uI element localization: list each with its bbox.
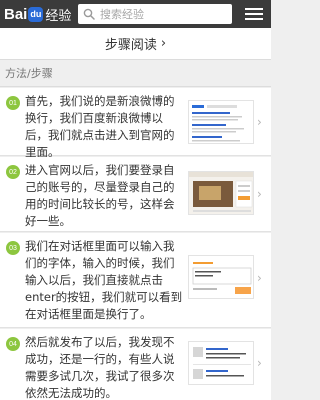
baidu-jingyan-logo[interactable]: Bai du 经验 [4,4,71,24]
search-icon[interactable] [78,4,100,24]
step-reading-label: 步骤阅读 [104,38,157,53]
chevron-right-icon: › [257,356,262,370]
step-number-badge: 02 [6,165,20,179]
step-item[interactable]: 04 然后就发布了以后，我发现不成功，还是一行的，有些人说需要多试几次，我试了很… [0,329,271,400]
logo-bai-text: Bai [4,5,28,23]
search-input[interactable] [100,7,225,21]
baidu-paw-icon: du [28,6,44,22]
step-item[interactable]: 02 进入官网以后，我们要登录自己的账号的，尽量登录自己的用的时间比较长的号，这… [0,157,271,232]
chevron-right-icon: › [257,271,262,285]
step-number-badge: 03 [6,241,20,255]
step-number-badge: 01 [6,96,20,110]
step-thumbnail-image[interactable] [188,341,254,385]
step-thumbnail-image[interactable] [188,171,254,215]
chevron-right-icon: › [257,115,262,129]
step-item[interactable]: 01 首先，我们说的是新浪微博的换行，我们百度新浪微博以后，我们就点击进入到官网… [0,88,271,159]
step-text: 我们在对话框里面可以输入我们的字体，输入的时候，我们输入以后，我们直接就点击en… [25,239,183,321]
search-box[interactable] [78,4,232,24]
step-thumbnail-image[interactable] [188,100,254,144]
step-number-badge: 04 [6,337,20,351]
section-title: 方法/步骤 [0,60,271,87]
chevron-right-icon: › [257,187,262,201]
logo-jingyan-text: 经验 [45,8,72,24]
step-thumbnail-image[interactable] [188,255,254,299]
step-item[interactable]: 03 我们在对话框里面可以输入我们的字体，输入的时候，我们输入以后，我们直接就点… [0,233,271,328]
step-text: 进入官网以后，我们要登录自己的账号的，尽量登录自己的用的时间比较长的号，这样会好… [25,163,175,228]
step-text: 然后就发布了以后，我发现不成功，还是一行的，有些人说需要多试几次，我试了很多次依… [25,335,175,400]
hamburger-menu-icon[interactable] [241,4,267,24]
chevron-right-icon: › [160,36,167,51]
step-text: 首先，我们说的是新浪微博的换行，我们百度新浪微博以后，我们就点击进入到官网的里面… [25,94,175,159]
step-reading-button[interactable]: 步骤阅读 › [0,28,271,60]
top-bar: Bai du 经验 [0,0,271,28]
